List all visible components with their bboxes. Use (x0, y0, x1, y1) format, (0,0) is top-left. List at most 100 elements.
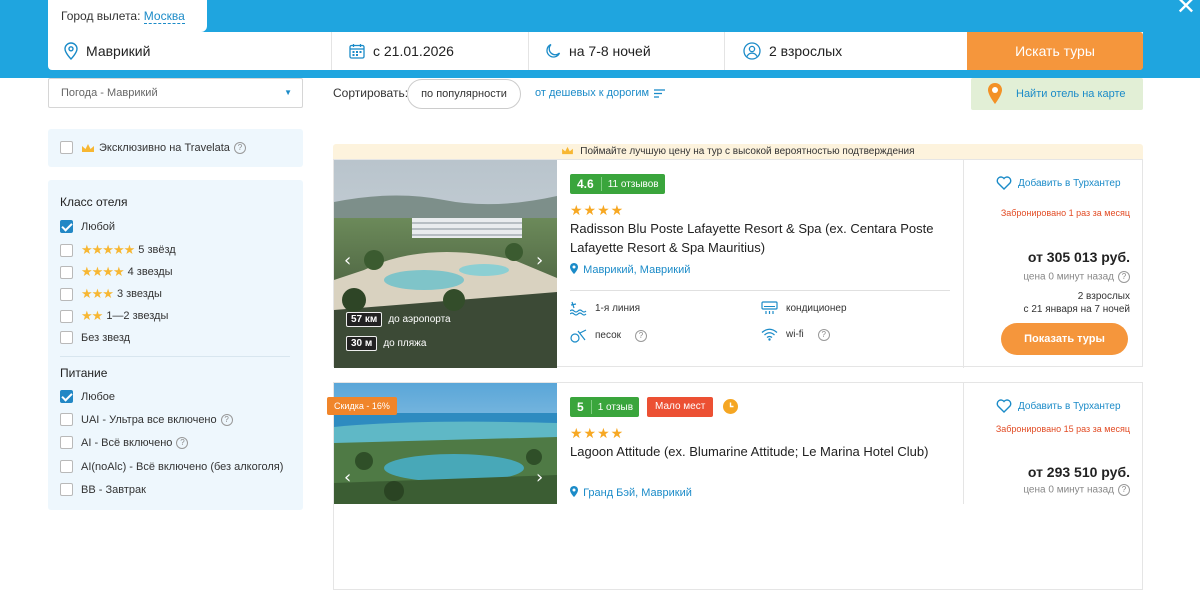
tourists-value: 2 взрослых (769, 43, 843, 59)
price-age: цена 0 минут назад? (1023, 271, 1130, 283)
chevron-right-icon[interactable]: › (536, 250, 543, 271)
price-panel: Добавить в Турхантер Забронировано 15 ра… (963, 383, 1144, 504)
clock-icon (723, 399, 738, 414)
exclusive-checkbox[interactable] (60, 141, 73, 154)
air-conditioner-icon (761, 301, 778, 314)
hotel-class-3[interactable]: ★★★ 3 звезды (60, 286, 162, 302)
hotel-stars: ★★★★ (570, 202, 625, 218)
rating-badge[interactable]: 4.6 11 отзывов (570, 174, 665, 194)
user-icon (743, 42, 761, 60)
rating-value: 5 (570, 400, 592, 414)
meal-uai[interactable]: UAI - Ультра все включено ? (60, 413, 233, 426)
meal-bb-checkbox[interactable] (60, 483, 73, 496)
exclusive-filter-box: Эксклюзивно на Travelata ? (48, 129, 303, 167)
meal-label: BB - Завтрак (81, 483, 146, 496)
crown-icon (562, 146, 574, 155)
departure-label: Город вылета: (61, 9, 141, 23)
amenity-label: кондиционер (786, 302, 847, 314)
tour-pax: 2 взрослых (1077, 291, 1130, 302)
help-icon[interactable]: ? (233, 141, 246, 154)
hotel-class-4-checkbox[interactable] (60, 265, 73, 279)
hotel-class-no-stars[interactable]: Без звезд (60, 331, 130, 344)
help-icon[interactable]: ? (1118, 271, 1130, 283)
meal-ai-checkbox[interactable] (60, 436, 73, 449)
rating-value: 4.6 (570, 177, 602, 191)
hotel-class-5[interactable]: ★★★★★ 5 звёзд (60, 242, 176, 258)
hotel-location-text: Маврикий, Маврикий (583, 264, 691, 276)
nights-field[interactable]: на 7-8 ночей (529, 32, 725, 70)
few-places-badge: Мало мест (647, 397, 714, 417)
hotel-class-5-checkbox[interactable] (60, 243, 73, 257)
hotel-class-3-checkbox[interactable] (60, 287, 73, 301)
price-panel: Добавить в Турхантер Забронировано 1 раз… (963, 160, 1144, 368)
price-age: цена 0 минут назад? (1023, 484, 1130, 496)
meal-ai-noalc[interactable]: AI(noAlc) - Всё включено (без алкоголя) (60, 460, 283, 473)
sort-price-link[interactable]: от дешевых к дорогим (535, 87, 666, 99)
hotel-location[interactable]: Маврикий, Маврикий (570, 263, 690, 276)
chevron-left-icon[interactable]: ‹ (344, 250, 351, 271)
tourists-field[interactable]: 2 взрослых (725, 32, 967, 70)
find-on-map-button[interactable]: Найти отель на карте (971, 78, 1143, 110)
meal-any[interactable]: Любое (60, 390, 115, 403)
help-icon[interactable]: ? (220, 413, 233, 426)
hotel-name[interactable]: Lagoon Attitude (ex. Blumarine Attitude;… (570, 442, 950, 461)
weather-value: Погода - Маврикий (61, 87, 158, 99)
hotel-location-text: Гранд Бэй, Маврикий (583, 487, 692, 499)
hotel-stars: ★★★★ (570, 425, 625, 441)
add-to-wishlist-button[interactable]: Добавить в Турхантер (996, 399, 1121, 413)
exclusive-label: Эксклюзивно на Travelata (99, 141, 230, 154)
meal-ai[interactable]: AI - Всё включено ? (60, 436, 189, 449)
date-field[interactable]: с 21.01.2026 (332, 32, 529, 70)
hotel-class-4[interactable]: ★★★★ 4 звезды (60, 264, 173, 280)
amenity-label: wi-fi (786, 329, 804, 340)
filters-panel: Класс отеля Любой ★★★★★ 5 звёзд ★★★★ 4 з… (48, 180, 303, 510)
rating-badge[interactable]: 5 1 отзыв (570, 397, 640, 417)
beach-distance-label: до пляжа (383, 338, 427, 349)
banner-text: Поймайте лучшую цену на тур с высокой ве… (580, 146, 915, 157)
hotel-location[interactable]: Гранд Бэй, Маврикий (570, 486, 692, 499)
add-to-wishlist-button[interactable]: Добавить в Турхантер (996, 176, 1121, 190)
show-tours-button[interactable]: Показать туры (1001, 323, 1128, 355)
hotel-class-label: 5 звёзд (138, 244, 176, 256)
location-pin-icon (570, 486, 578, 497)
departure-city-link[interactable]: Москва (143, 9, 185, 24)
sort-price-label: от дешевых к дорогим (535, 87, 650, 99)
heart-icon (996, 176, 1012, 190)
meal-any-checkbox[interactable] (60, 390, 73, 403)
hotel-class-any[interactable]: Любой (60, 220, 115, 233)
sort-popularity-button[interactable]: по популярности (407, 79, 521, 109)
hotel-photo[interactable]: ‹ › 57 км до аэропорта 30 м до пляжа (334, 160, 557, 368)
beach-distance-value: 30 м (346, 336, 378, 351)
chevron-right-icon[interactable]: › (536, 467, 543, 488)
best-price-banner: Поймайте лучшую цену на тур с высокой ве… (333, 144, 1143, 160)
location-pin-icon (64, 42, 78, 60)
sand-icon (570, 329, 587, 343)
destination-field[interactable]: Маврикий (48, 32, 332, 70)
help-icon[interactable]: ? (176, 436, 189, 449)
search-tours-button[interactable]: Искать туры (967, 32, 1143, 70)
location-pin-icon (570, 263, 578, 274)
crown-icon (82, 143, 94, 152)
beach-icon (570, 301, 587, 316)
meal-label: Любое (81, 390, 116, 403)
meal-uai-checkbox[interactable] (60, 413, 73, 426)
help-icon[interactable]: ? (817, 328, 830, 341)
sort-lines-icon (654, 88, 666, 98)
moon-icon (546, 43, 561, 58)
hotel-class-no-stars-checkbox[interactable] (60, 331, 73, 344)
hotel-name[interactable]: Radisson Blu Poste Lafayette Resort & Sp… (570, 219, 950, 257)
amenity-label: песок (595, 330, 622, 341)
chevron-left-icon[interactable]: ‹ (344, 467, 351, 488)
map-button-label: Найти отель на карте (1016, 88, 1126, 100)
hotel-class-1-2-checkbox[interactable] (60, 309, 73, 323)
weather-select[interactable]: Погода - Маврикий ▼ (48, 78, 303, 108)
hotel-class-1-2[interactable]: ★★ 1—2 звезды (60, 308, 168, 324)
meal-ai-noalc-checkbox[interactable] (60, 460, 73, 473)
exclusive-filter[interactable]: Эксклюзивно на Travelata ? (60, 141, 246, 154)
help-icon[interactable]: ? (1118, 484, 1130, 496)
help-icon[interactable]: ? (635, 329, 648, 342)
amenity-wifi: wi-fi ? (761, 328, 830, 341)
close-icon[interactable]: ✕ (1176, 0, 1196, 18)
hotel-class-any-checkbox[interactable] (60, 220, 73, 233)
meal-bb[interactable]: BB - Завтрак (60, 483, 146, 496)
